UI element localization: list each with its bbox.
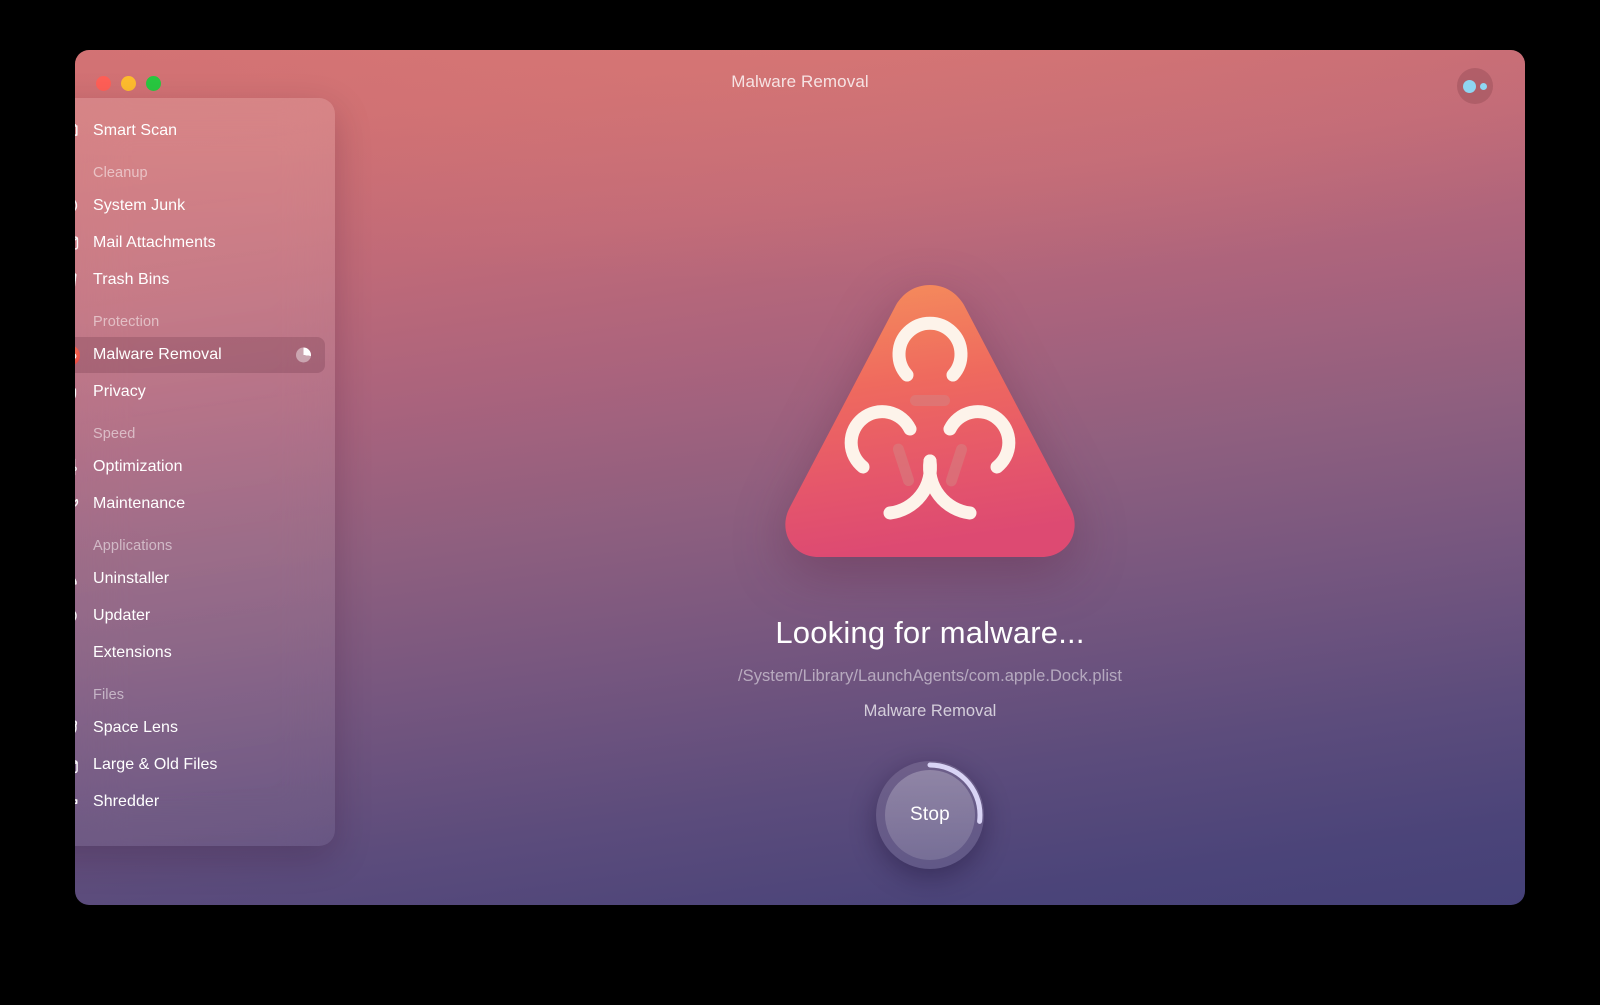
sidebar-item-label: Large & Old Files: [93, 756, 218, 773]
sidebar: Smart Scan Cleanup System Junk Mail Attachm…: [75, 98, 335, 846]
account-dot-large: [1463, 79, 1476, 93]
sidebar-item-label: Maintenance: [93, 495, 186, 512]
planet-icon: [75, 716, 81, 740]
scan-status-title: Looking for malware...: [775, 615, 1085, 650]
sidebar-item-label: Mail Attachments: [93, 234, 216, 251]
wrench-icon: [75, 492, 81, 516]
sidebar-item-system-junk[interactable]: System Junk: [75, 188, 325, 224]
account-badge-icon[interactable]: [1457, 68, 1493, 104]
stop-button-container: Stop: [876, 761, 984, 869]
sidebar-item-label: Malware Removal: [93, 346, 222, 363]
hand-icon: [75, 380, 81, 404]
scan-module-name: Malware Removal: [863, 702, 997, 720]
sidebar-item-privacy[interactable]: Privacy: [75, 374, 325, 410]
sidebar-item-mail-attachments[interactable]: Mail Attachments: [75, 225, 325, 261]
refresh-icon: [75, 604, 81, 628]
sidebar-item-updater[interactable]: Updater: [75, 598, 325, 634]
sidebar-item-smart-scan[interactable]: Smart Scan: [75, 113, 325, 149]
sidebar-item-large-old-files[interactable]: Large & Old Files: [75, 747, 325, 783]
puzzle-icon: [75, 641, 81, 665]
sidebar-item-maintenance[interactable]: Maintenance: [75, 486, 325, 522]
sidebar-group-label-protection: Protection: [93, 314, 160, 330]
sidebar-item-trash-bins[interactable]: Trash Bins: [75, 262, 325, 298]
sliders-icon: [75, 455, 81, 479]
broom-icon: [75, 194, 81, 218]
biohazard-chip: [75, 344, 80, 366]
biohazard-icon: [75, 343, 81, 367]
sidebar-item-label: Updater: [93, 607, 151, 624]
biohazard-triangle-icon: [770, 271, 1090, 571]
sidebar-item-label: Optimization: [93, 458, 183, 475]
main-content: Looking for malware... /System/Library/L…: [335, 116, 1525, 905]
app-grid-icon: [75, 567, 81, 591]
scan-current-path: /System/Library/LaunchAgents/com.apple.D…: [738, 667, 1122, 685]
sidebar-item-shredder[interactable]: Shredder: [75, 784, 325, 820]
shredder-icon: [75, 790, 81, 814]
sidebar-item-label: Privacy: [93, 383, 146, 400]
sidebar-item-label: System Junk: [93, 197, 186, 214]
account-dot-small: [1480, 82, 1487, 90]
trash-icon: [75, 268, 81, 292]
sidebar-item-label: Trash Bins: [93, 271, 170, 288]
sidebar-group-label-applications: Applications: [93, 538, 173, 554]
sidebar-group-label-files: Files: [93, 687, 125, 703]
stop-button[interactable]: Stop: [885, 770, 975, 860]
sidebar-group-label-cleanup: Cleanup: [93, 165, 148, 181]
screenshot-stage: Malware Removal Looking for malware... /…: [0, 0, 1600, 1005]
sidebar-item-extensions[interactable]: Extensions: [75, 635, 325, 671]
app-window: Malware Removal Looking for malware... /…: [75, 50, 1525, 905]
sidebar-item-label: Shredder: [93, 793, 160, 810]
window-title: Malware Removal: [731, 72, 869, 91]
sidebar-item-optimization[interactable]: Optimization: [75, 449, 325, 485]
sidebar-item-space-lens[interactable]: Space Lens: [75, 710, 325, 746]
sidebar-item-label: Extensions: [93, 644, 172, 661]
sidebar-item-label: Uninstaller: [93, 570, 170, 587]
sidebar-item-uninstaller[interactable]: Uninstaller: [75, 561, 325, 597]
folder-icon: [75, 753, 81, 777]
sidebar-item-label: Smart Scan: [93, 122, 178, 139]
sidebar-group-label-speed: Speed: [93, 426, 136, 442]
sidebar-item-progress-indicator: [296, 347, 311, 363]
sidebar-item-malware-removal[interactable]: Malware Removal: [75, 337, 325, 373]
sidebar-item-label: Space Lens: [93, 719, 179, 736]
monitor-icon: [75, 119, 81, 143]
envelope-icon: [75, 231, 81, 255]
